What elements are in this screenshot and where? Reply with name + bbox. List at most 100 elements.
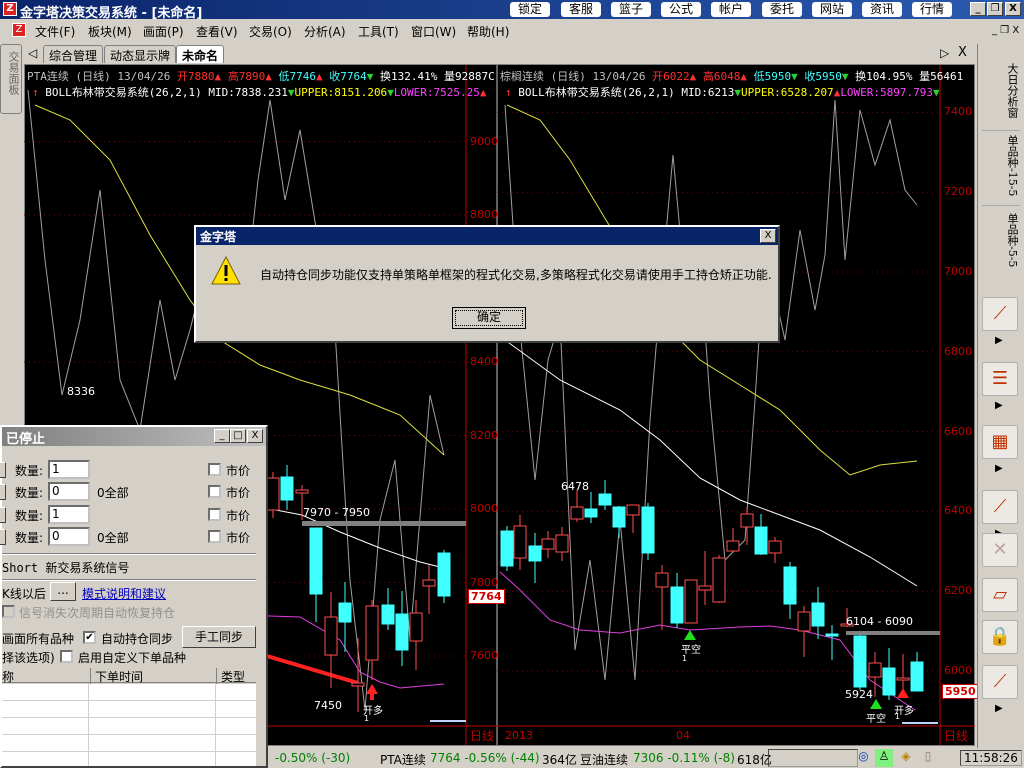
status-symbol-2[interactable]: 豆油连续	[580, 751, 628, 768]
cross-icon[interactable]: ✕	[982, 533, 1018, 567]
restore-position-checkbox[interactable]	[2, 605, 15, 618]
left-period-label: 日线	[470, 729, 495, 743]
quantity-input[interactable]: 1	[48, 460, 90, 479]
x-tick-04: 04	[676, 729, 690, 742]
warning-icon	[211, 255, 241, 285]
quantity-input[interactable]: 0	[48, 527, 90, 546]
expand-arrow-icon[interactable]: ▶	[995, 703, 1003, 714]
candle-body	[409, 612, 423, 642]
market-price-checkbox[interactable]	[208, 485, 221, 498]
right-signal2-label: 平空	[866, 714, 886, 725]
after-bar-button[interactable]: ...	[50, 582, 76, 601]
indicator-name[interactable]: BOLL布林带交易系统(26,2,1)	[45, 86, 201, 99]
manual-sync-button[interactable]: 手工同步	[182, 626, 256, 648]
chart-tool-icon[interactable]: ▦	[982, 425, 1018, 459]
candle-body	[811, 602, 825, 627]
right-tab-daily[interactable]: 大日分析窗	[982, 55, 1020, 125]
left-y-tick: 8400	[470, 355, 498, 368]
col-name[interactable]: 称	[2, 668, 14, 685]
candle-body	[684, 579, 698, 624]
eraser-icon[interactable]: ▱	[982, 578, 1018, 612]
ok-button[interactable]: 确定	[452, 307, 526, 329]
quantity-label: 数量:	[15, 509, 44, 523]
candle-body	[598, 493, 612, 506]
row-side-button[interactable]	[0, 529, 6, 545]
row-side-button[interactable]	[0, 462, 6, 478]
upper-value: UPPER:8151.206	[294, 86, 388, 99]
market-price-checkbox[interactable]	[208, 530, 221, 543]
quantity-input[interactable]: 0	[48, 482, 90, 501]
dialog-close-icon[interactable]: X	[760, 229, 776, 243]
market-price-checkbox[interactable]	[208, 508, 221, 521]
candle-body	[797, 611, 811, 632]
row-side-button[interactable]	[0, 484, 6, 500]
expand-arrow-icon[interactable]: ▶	[995, 335, 1003, 346]
open-value: 开7880	[176, 70, 215, 83]
expand-arrow-icon[interactable]: ▶	[995, 400, 1003, 411]
quantity-input[interactable]: 1	[48, 505, 90, 524]
lock-chart-icon[interactable]: 🔒	[982, 620, 1018, 654]
draw-pen-icon[interactable]: ⟋	[982, 665, 1018, 699]
right-y-tick: 7400	[944, 105, 972, 119]
left-indicator-header: ↑ BOLL布林带交易系统(26,2,1) MID:7838.231▼UPPER…	[32, 86, 487, 99]
auto-sync-checkbox[interactable]: ✔	[83, 631, 96, 644]
close-value: 收7764	[329, 70, 367, 83]
status-value-2: 7306 -0.11% (-8)	[633, 751, 735, 765]
expand-arrow-icon[interactable]: ▶	[995, 463, 1003, 474]
custom-symbol-label: 启用自定义下单品种	[78, 651, 187, 665]
candle-body	[740, 513, 754, 528]
period: (日线)	[550, 70, 586, 83]
right-chart-header: 棕榈连续 (日线) 13/04/26 开6022▲ 高6048▲ 低5950▼ …	[500, 70, 964, 83]
candle-body	[309, 527, 323, 595]
market-price-label: 市价	[226, 531, 251, 545]
mode-help-link[interactable]: 模式说明和建议	[82, 585, 166, 602]
custom-symbol-checkbox[interactable]	[60, 650, 73, 663]
lock-status-icon[interactable]: ▯	[919, 749, 937, 767]
volume: 量92887C	[443, 70, 495, 83]
edit-line-icon[interactable]: ⟋	[982, 490, 1018, 524]
left-signal-qty: 1	[364, 714, 370, 723]
candle-body	[910, 661, 924, 692]
candle-body	[754, 526, 768, 555]
market-price-label: 市价	[226, 464, 251, 478]
candle-body	[570, 506, 584, 520]
row-side-button[interactable]	[0, 507, 6, 523]
indicator-name[interactable]: BOLL布林带交易系统(26,2,1)	[518, 86, 674, 99]
left-range-label: 7970 - 7950	[303, 506, 370, 519]
diamond-icon[interactable]: ◈	[897, 749, 915, 767]
left-price-tag: 7764	[468, 589, 505, 604]
volume: 量56461	[919, 70, 964, 83]
right-y-tick: 6200	[944, 584, 972, 598]
alarm-bell-icon[interactable]: ♙	[875, 749, 893, 767]
panel-close-icon[interactable]: X	[247, 429, 263, 443]
clock: 11:58:26	[960, 750, 1022, 766]
status-symbol-1[interactable]: PTA连续	[380, 751, 426, 768]
candle-body	[868, 662, 882, 678]
auto-sync-label: 自动持仓同步	[101, 632, 174, 646]
low-value: 低7746	[278, 70, 316, 83]
mid-value: MID:6213	[681, 86, 735, 99]
all-label: 0全部	[97, 486, 129, 500]
right-y-tick: 7000	[944, 265, 972, 278]
col-order-time[interactable]: 下单时间	[90, 668, 143, 685]
col-type[interactable]: 类型	[216, 668, 245, 685]
list-icon[interactable]: ☰	[982, 362, 1018, 396]
right-tab-single-5-5[interactable]: 单品种-5-5	[982, 205, 1020, 275]
market-price-label: 市价	[226, 486, 251, 500]
panel-minimize-icon[interactable]: _	[214, 429, 230, 443]
upper-value: UPPER:6528.207	[740, 86, 834, 99]
orders-table-header: 称 下单时间 类型	[2, 667, 256, 685]
market-price-checkbox[interactable]	[208, 463, 221, 476]
panel-maximize-icon[interactable]: □	[230, 429, 246, 443]
candle-body	[365, 605, 379, 661]
status-value-1: 7764 -0.56% (-44)	[430, 751, 540, 765]
divider	[2, 553, 256, 555]
right-tab-single-15-5[interactable]: 单品种-15-5	[982, 130, 1020, 200]
candle-body	[528, 545, 542, 562]
candle-body	[541, 538, 555, 550]
connection-icon[interactable]: ◎	[855, 749, 872, 767]
orders-table-body[interactable]	[2, 684, 256, 766]
left-buy-arrow-icon	[366, 684, 378, 700]
status-amount-2: 618亿	[737, 753, 772, 767]
draw-line-icon[interactable]: ⟋	[982, 297, 1018, 331]
